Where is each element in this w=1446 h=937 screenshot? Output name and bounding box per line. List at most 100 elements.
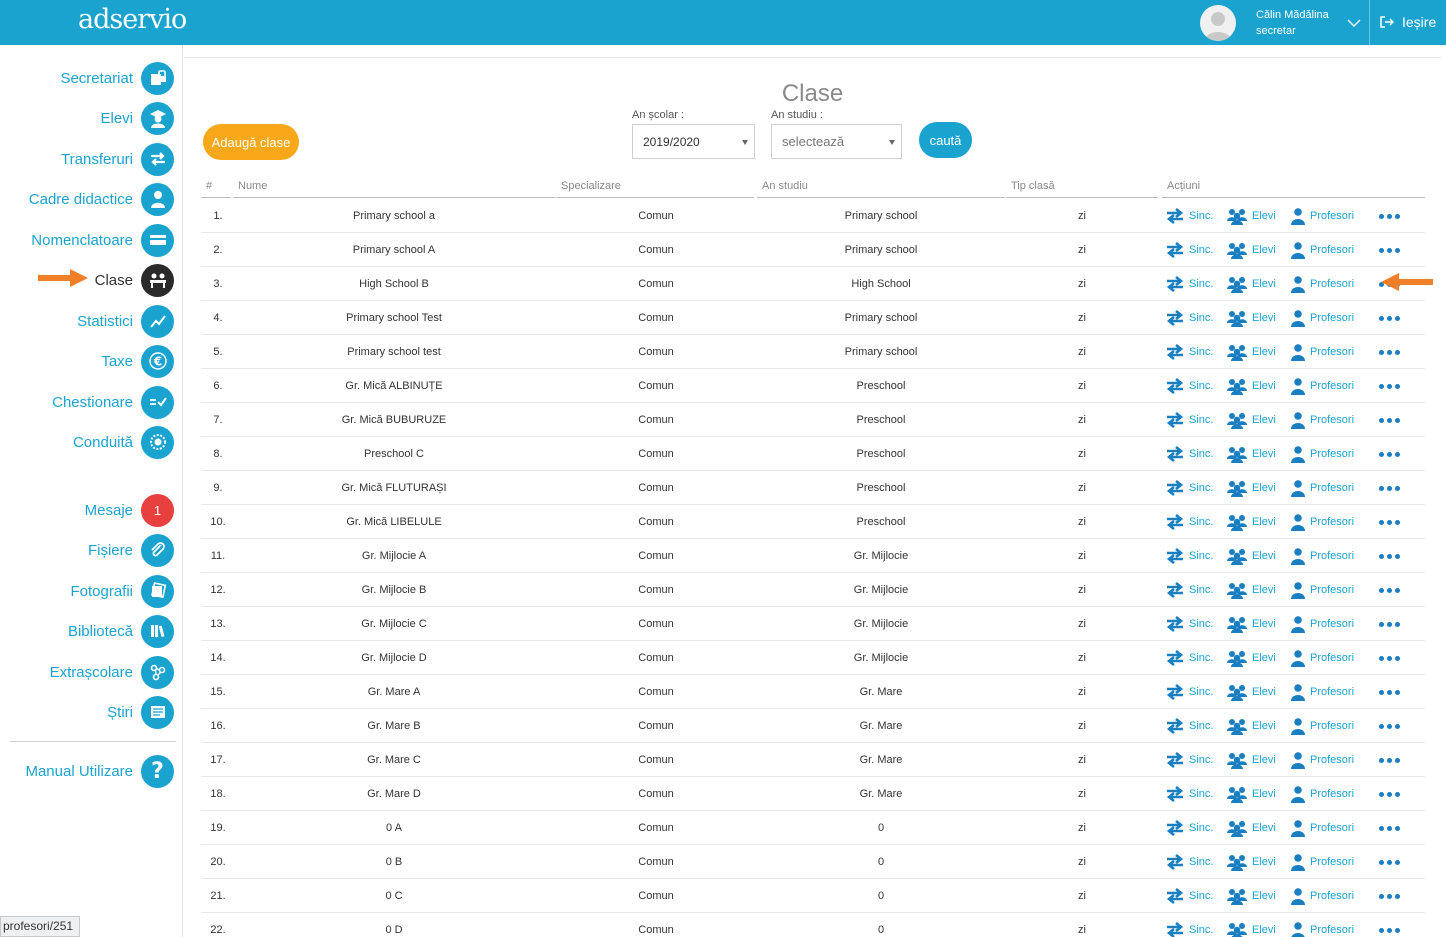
sidebar-item-statistici[interactable]: Statistici xyxy=(77,304,174,338)
students-action[interactable]: Elevi xyxy=(1226,335,1276,369)
students-action[interactable]: Elevi xyxy=(1226,879,1276,913)
sync-action[interactable]: Sinc. xyxy=(1165,267,1213,301)
sidebar-item-transferuri[interactable]: Transferuri xyxy=(61,142,174,176)
sync-action[interactable]: Sinc. xyxy=(1165,709,1213,743)
teachers-action[interactable]: Profesori xyxy=(1290,709,1354,743)
sync-action[interactable]: Sinc. xyxy=(1165,675,1213,709)
sync-action[interactable]: Sinc. xyxy=(1165,913,1213,937)
more-actions-button[interactable] xyxy=(1379,199,1400,233)
more-actions-button[interactable] xyxy=(1379,777,1400,811)
add-class-button[interactable]: Adaugă clase xyxy=(203,124,299,160)
teachers-action[interactable]: Profesori xyxy=(1290,675,1354,709)
column-header[interactable]: Specializare xyxy=(556,180,754,198)
sidebar-item-conduita[interactable]: Conduită xyxy=(73,425,174,459)
teachers-action[interactable]: Profesori xyxy=(1290,913,1354,937)
more-actions-button[interactable] xyxy=(1379,233,1400,267)
sync-action[interactable]: Sinc. xyxy=(1165,641,1213,675)
students-action[interactable]: Elevi xyxy=(1226,505,1276,539)
sidebar-item-mesaje[interactable]: Mesaje 1 xyxy=(85,493,174,527)
teachers-action[interactable]: Profesori xyxy=(1290,199,1354,233)
teachers-action[interactable]: Profesori xyxy=(1290,403,1354,437)
teachers-action[interactable]: Profesori xyxy=(1290,301,1354,335)
sidebar-item-extrascolare[interactable]: Extrașcolare xyxy=(50,655,174,689)
avatar[interactable] xyxy=(1200,5,1236,41)
students-action[interactable]: Elevi xyxy=(1226,471,1276,505)
sync-action[interactable]: Sinc. xyxy=(1165,403,1213,437)
teachers-action[interactable]: Profesori xyxy=(1290,641,1354,675)
sync-action[interactable]: Sinc. xyxy=(1165,233,1213,267)
column-header[interactable]: Nume xyxy=(233,180,555,198)
students-action[interactable]: Elevi xyxy=(1226,403,1276,437)
more-actions-button[interactable] xyxy=(1379,641,1400,675)
sync-action[interactable]: Sinc. xyxy=(1165,505,1213,539)
sidebar-item-elevi[interactable]: Elevi xyxy=(100,101,174,135)
teachers-action[interactable]: Profesori xyxy=(1290,743,1354,777)
students-action[interactable]: Elevi xyxy=(1226,199,1276,233)
more-actions-button[interactable] xyxy=(1379,607,1400,641)
sync-action[interactable]: Sinc. xyxy=(1165,573,1213,607)
more-actions-button[interactable] xyxy=(1379,505,1400,539)
sync-action[interactable]: Sinc. xyxy=(1165,607,1213,641)
sync-action[interactable]: Sinc. xyxy=(1165,199,1213,233)
more-actions-button[interactable] xyxy=(1379,403,1400,437)
more-actions-button[interactable] xyxy=(1379,335,1400,369)
search-button[interactable]: caută xyxy=(919,122,972,158)
sync-action[interactable]: Sinc. xyxy=(1165,471,1213,505)
column-header[interactable]: Tip clasă xyxy=(1006,180,1158,198)
sync-action[interactable]: Sinc. xyxy=(1165,369,1213,403)
sync-action[interactable]: Sinc. xyxy=(1165,777,1213,811)
more-actions-button[interactable] xyxy=(1379,675,1400,709)
students-action[interactable]: Elevi xyxy=(1226,743,1276,777)
more-actions-button[interactable] xyxy=(1379,811,1400,845)
more-actions-button[interactable] xyxy=(1379,539,1400,573)
teachers-action[interactable]: Profesori xyxy=(1290,539,1354,573)
teachers-action[interactable]: Profesori xyxy=(1290,845,1354,879)
more-actions-button[interactable] xyxy=(1379,437,1400,471)
teachers-action[interactable]: Profesori xyxy=(1290,471,1354,505)
students-action[interactable]: Elevi xyxy=(1226,267,1276,301)
teachers-action[interactable]: Profesori xyxy=(1290,573,1354,607)
sync-action[interactable]: Sinc. xyxy=(1165,879,1213,913)
students-action[interactable]: Elevi xyxy=(1226,641,1276,675)
students-action[interactable]: Elevi xyxy=(1226,777,1276,811)
teachers-action[interactable]: Profesori xyxy=(1290,267,1354,301)
teachers-action[interactable]: Profesori xyxy=(1290,777,1354,811)
sidebar-item-chestionare[interactable]: Chestionare xyxy=(52,385,174,419)
teachers-action[interactable]: Profesori xyxy=(1290,437,1354,471)
teachers-action[interactable]: Profesori xyxy=(1290,233,1354,267)
students-action[interactable]: Elevi xyxy=(1226,369,1276,403)
sidebar-item-fotografii[interactable]: Fotografii xyxy=(70,574,174,608)
more-actions-button[interactable] xyxy=(1379,301,1400,335)
sync-action[interactable]: Sinc. xyxy=(1165,335,1213,369)
school-year-select[interactable]: 2019/2020 xyxy=(632,124,755,159)
teachers-action[interactable]: Profesori xyxy=(1290,369,1354,403)
students-action[interactable]: Elevi xyxy=(1226,607,1276,641)
students-action[interactable]: Elevi xyxy=(1226,573,1276,607)
students-action[interactable]: Elevi xyxy=(1226,437,1276,471)
more-actions-button[interactable] xyxy=(1379,471,1400,505)
more-actions-button[interactable] xyxy=(1379,709,1400,743)
sidebar-item-clase[interactable]: Clase xyxy=(95,263,174,297)
sidebar-item-secretariat[interactable]: Secretariat xyxy=(60,61,174,95)
students-action[interactable]: Elevi xyxy=(1226,233,1276,267)
sidebar-item-stiri[interactable]: Știri xyxy=(107,695,174,729)
sync-action[interactable]: Sinc. xyxy=(1165,539,1213,573)
more-actions-button[interactable] xyxy=(1379,913,1400,937)
students-action[interactable]: Elevi xyxy=(1226,301,1276,335)
teachers-action[interactable]: Profesori xyxy=(1290,335,1354,369)
sidebar-item-cadre-didactice[interactable]: Cadre didactice xyxy=(29,182,174,216)
more-actions-button[interactable] xyxy=(1379,879,1400,913)
teachers-action[interactable]: Profesori xyxy=(1290,607,1354,641)
chevron-down-icon[interactable] xyxy=(1346,15,1362,31)
sync-action[interactable]: Sinc. xyxy=(1165,437,1213,471)
more-actions-button[interactable] xyxy=(1379,369,1400,403)
sync-action[interactable]: Sinc. xyxy=(1165,301,1213,335)
user-name[interactable]: Călin Mădălina xyxy=(1256,9,1329,21)
more-actions-button[interactable] xyxy=(1379,845,1400,879)
more-actions-button[interactable] xyxy=(1379,743,1400,777)
students-action[interactable]: Elevi xyxy=(1226,811,1276,845)
students-action[interactable]: Elevi xyxy=(1226,913,1276,937)
sidebar-item-biblioteca[interactable]: Bibliotecă xyxy=(68,614,174,648)
teachers-action[interactable]: Profesori xyxy=(1290,505,1354,539)
teachers-action[interactable]: Profesori xyxy=(1290,879,1354,913)
